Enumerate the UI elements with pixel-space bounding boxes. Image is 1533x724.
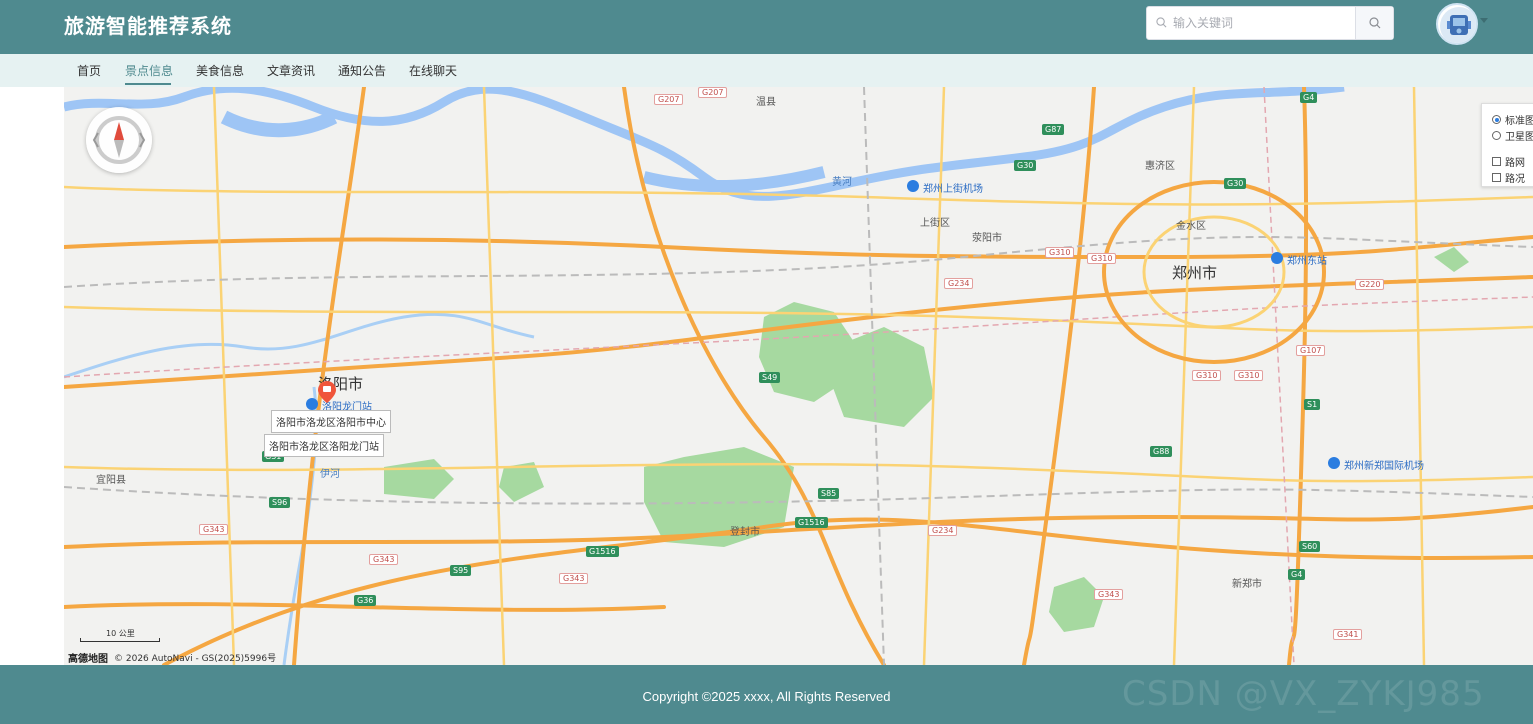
layer-option-satellite[interactable]: 卫星图 xyxy=(1492,128,1533,143)
district-label: 登封市 xyxy=(730,527,760,538)
airport-icon xyxy=(907,180,919,192)
radio-icon xyxy=(1492,131,1501,140)
nav-item-articles[interactable]: 文章资讯 xyxy=(267,62,315,79)
checkbox-icon xyxy=(1492,173,1501,182)
road-shield: G341 xyxy=(1333,629,1363,640)
road-shield: G107 xyxy=(1296,345,1326,356)
road-shield: G220 xyxy=(1355,279,1385,290)
road-shield: G207 xyxy=(698,87,728,98)
road-shield: S1 xyxy=(1304,399,1321,410)
search-icon xyxy=(1156,17,1167,28)
poi-label[interactable]: 郑州东站 xyxy=(1287,252,1327,267)
district-label: 荥阳市 xyxy=(972,233,1002,244)
layer-option-standard[interactable]: 标准图 xyxy=(1492,112,1533,127)
chevron-down-icon[interactable] xyxy=(1480,18,1488,23)
road-shield: G343 xyxy=(199,524,229,535)
road-shield: G310 xyxy=(1087,253,1117,264)
footer: Copyright ©2025 xxxx, All Rights Reserve… xyxy=(0,665,1533,724)
road-shield: G310 xyxy=(1234,370,1264,381)
amap-logo: 高德地图 xyxy=(68,654,108,665)
train-station-icon xyxy=(306,398,318,410)
river-label: 黄河 xyxy=(832,177,852,188)
search-input[interactable] xyxy=(1173,12,1373,34)
road-shield: G234 xyxy=(928,525,958,536)
compass-control[interactable] xyxy=(86,107,152,173)
checkbox-icon xyxy=(1492,157,1501,166)
search-button[interactable] xyxy=(1355,7,1393,39)
layer-option-traffic[interactable]: 路况 xyxy=(1492,170,1525,185)
district-label: 上街区 xyxy=(920,218,950,229)
map-base-layer xyxy=(64,87,1533,665)
map-canvas[interactable]: 温县 惠济区 金水区 上街区 荥阳市 宜阳县 登封市 新郑市 洛阳市 郑州市 郑… xyxy=(64,87,1533,665)
road-shield: S49 xyxy=(759,372,781,383)
nav-item-home[interactable]: 首页 xyxy=(77,62,101,79)
marker-tooltip[interactable]: 洛阳市洛龙区洛阳龙门站 xyxy=(264,434,384,457)
poi-label[interactable]: 郑州上街机场 xyxy=(923,180,983,195)
search-icon xyxy=(1368,17,1380,29)
nav-item-chat[interactable]: 在线聊天 xyxy=(409,62,457,79)
district-label: 金水区 xyxy=(1176,221,1206,232)
city-label-zhengzhou: 郑州市 xyxy=(1172,264,1218,282)
road-shield: G310 xyxy=(1045,247,1075,258)
road-shield: S95 xyxy=(450,565,472,576)
road-shield: G1516 xyxy=(586,546,619,557)
location-pin-icon[interactable] xyxy=(318,381,336,403)
radio-icon xyxy=(1492,115,1501,124)
road-shield: G1516 xyxy=(795,517,828,528)
search-box xyxy=(1146,6,1394,40)
road-shield: G36 xyxy=(354,595,377,606)
district-label: 温县 xyxy=(756,97,776,108)
train-station-icon xyxy=(1271,252,1283,264)
road-shield: G343 xyxy=(1094,589,1124,600)
nav-item-food[interactable]: 美食信息 xyxy=(196,62,244,79)
attribution-text: © 2026 AutoNavi - GS(2025)5996号 xyxy=(114,654,277,664)
user-avatar[interactable] xyxy=(1436,3,1478,45)
road-shield: G30 xyxy=(1014,160,1037,171)
watermark: CSDN @VX_ZYKJ985 xyxy=(1122,674,1485,714)
nav-item-attractions[interactable]: 景点信息 xyxy=(125,62,173,79)
road-shield: S60 xyxy=(1299,541,1321,552)
nav-item-notices[interactable]: 通知公告 xyxy=(338,62,386,79)
layer-switcher: 标准图 卫星图 路网 路况 xyxy=(1481,103,1533,187)
poi-label[interactable]: 郑州新郑国际机场 xyxy=(1344,457,1424,472)
district-label: 惠济区 xyxy=(1145,161,1175,172)
road-shield: G30 xyxy=(1224,178,1247,189)
road-shield: G234 xyxy=(944,278,974,289)
river-label: 伊河 xyxy=(320,469,340,480)
district-label: 宜阳县 xyxy=(96,475,126,486)
road-shield: S96 xyxy=(269,497,291,508)
marker-tooltip[interactable]: 洛阳市洛龙区洛阳市中心 xyxy=(271,410,391,433)
road-shield: G310 xyxy=(1192,370,1222,381)
avatar-image xyxy=(1440,7,1476,43)
header: 旅游智能推荐系统 xyxy=(0,0,1533,54)
road-shield: G343 xyxy=(559,573,589,584)
district-label: 新郑市 xyxy=(1232,579,1262,590)
road-shield: G207 xyxy=(654,94,684,105)
road-shield: G4 xyxy=(1300,92,1318,103)
road-shield: G88 xyxy=(1150,446,1173,457)
layer-option-roadnet[interactable]: 路网 xyxy=(1492,154,1525,169)
road-shield: G4 xyxy=(1288,569,1306,580)
airport-icon xyxy=(1328,457,1340,469)
site-title: 旅游智能推荐系统 xyxy=(64,14,232,38)
road-shield: G87 xyxy=(1042,124,1065,135)
main-nav: 首页 景点信息 美食信息 文章资讯 通知公告 在线聊天 xyxy=(0,54,1533,87)
scale-bar xyxy=(80,638,160,642)
road-shield: G343 xyxy=(369,554,399,565)
road-shield: S85 xyxy=(818,488,840,499)
compass-icon xyxy=(92,116,146,164)
active-tab-indicator xyxy=(125,83,171,85)
map-attribution: 高德地图 © 2026 AutoNavi - GS(2025)5996号 xyxy=(68,650,276,665)
